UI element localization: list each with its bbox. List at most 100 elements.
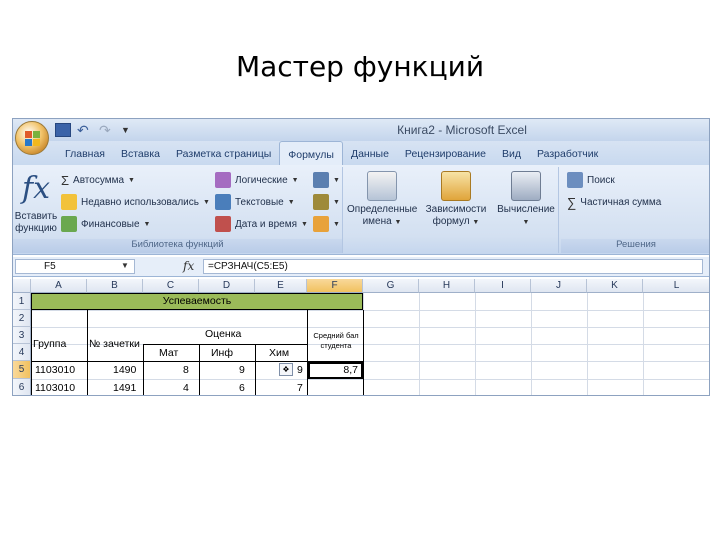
search-icon bbox=[567, 172, 583, 188]
text-functions-button[interactable]: Текстовые ▼ bbox=[215, 193, 295, 211]
column-header[interactable]: B bbox=[87, 279, 143, 293]
search-button[interactable]: Поиск bbox=[567, 171, 615, 189]
table-border bbox=[199, 344, 200, 395]
tab-data[interactable]: Данные bbox=[343, 141, 397, 165]
formula-auditing-icon bbox=[441, 171, 471, 201]
column-header[interactable]: J bbox=[531, 279, 587, 293]
tab-review[interactable]: Рецензирование bbox=[397, 141, 494, 165]
group-header[interactable]: Группа bbox=[33, 337, 66, 351]
paste-options-icon[interactable]: ❖ bbox=[279, 363, 293, 376]
column-header[interactable]: L bbox=[643, 279, 709, 293]
math-header[interactable]: Мат bbox=[159, 346, 178, 360]
column-header[interactable]: K bbox=[587, 279, 643, 293]
logical-functions-button[interactable]: Логические ▼ bbox=[215, 171, 299, 189]
cell-d6[interactable]: 6 bbox=[239, 381, 245, 395]
more-functions-button[interactable]: ▼ bbox=[313, 215, 340, 233]
office-button[interactable] bbox=[15, 121, 49, 155]
solutions-group: Поиск ∑ Частичная сумма Решения bbox=[561, 167, 709, 253]
tab-formulas[interactable]: Формулы bbox=[279, 141, 343, 165]
cell-c5[interactable]: 8 bbox=[183, 363, 189, 377]
tab-page-layout[interactable]: Разметка страницы bbox=[168, 141, 279, 165]
cell-d5[interactable]: 9 bbox=[239, 363, 245, 377]
solutions-label: Решения bbox=[561, 239, 709, 253]
header-title-cell[interactable]: Успеваемость bbox=[31, 293, 363, 310]
chevron-down-icon: ▼ bbox=[522, 219, 530, 226]
formula-dependencies-button[interactable]: Зависимости формул ▼ bbox=[421, 171, 491, 229]
lookup-icon bbox=[313, 172, 329, 188]
tab-developer[interactable]: Разработчик bbox=[529, 141, 606, 165]
average-header[interactable]: Средний бал студента bbox=[309, 331, 363, 351]
insert-function-button[interactable]: Вставить функцию bbox=[13, 211, 59, 235]
column-header[interactable]: I bbox=[475, 279, 531, 293]
row-header[interactable]: 1 bbox=[13, 293, 31, 310]
calculation-button[interactable]: Вычисление ▼ bbox=[491, 171, 561, 229]
text-book-icon bbox=[215, 194, 231, 210]
defined-names-button[interactable]: Определенные имена ▼ bbox=[347, 171, 417, 229]
autosum-button[interactable]: Σ Автосумма ▼ bbox=[61, 171, 135, 189]
defined-names-label-1: Определенные bbox=[347, 204, 418, 215]
column-header[interactable]: A bbox=[31, 279, 87, 293]
gridline bbox=[31, 379, 709, 380]
cell-b5[interactable]: 1490 bbox=[113, 363, 136, 377]
calculator-icon bbox=[511, 171, 541, 201]
chevron-down-icon: ▼ bbox=[202, 198, 210, 206]
partial-sum-label: Частичная сумма bbox=[580, 196, 662, 208]
select-all-corner[interactable] bbox=[13, 279, 31, 293]
column-header[interactable]: E bbox=[255, 279, 307, 293]
gridline bbox=[31, 327, 709, 328]
row-header[interactable]: 4 bbox=[13, 344, 31, 361]
column-header-selected[interactable]: F bbox=[307, 279, 363, 293]
tab-home[interactable]: Главная bbox=[57, 141, 113, 165]
name-box-dropdown-icon[interactable]: ▼ bbox=[121, 261, 129, 270]
gridline bbox=[31, 310, 709, 311]
cell-c6[interactable]: 4 bbox=[183, 381, 189, 395]
table-border bbox=[307, 310, 308, 395]
column-header[interactable]: H bbox=[419, 279, 475, 293]
cell-b6[interactable]: 1491 bbox=[113, 381, 136, 395]
row-header[interactable]: 3 bbox=[13, 327, 31, 344]
column-header[interactable]: G bbox=[363, 279, 419, 293]
tab-insert[interactable]: Вставка bbox=[113, 141, 168, 165]
dependencies-label-2: формул ▼ bbox=[432, 216, 480, 227]
recent-functions-button[interactable]: Недавно использовались ▼ bbox=[61, 193, 210, 211]
lookup-functions-button[interactable]: ▼ bbox=[313, 171, 340, 189]
cell-e6[interactable]: 7 bbox=[297, 381, 303, 395]
math-functions-button[interactable]: ▼ bbox=[313, 193, 340, 211]
name-box[interactable]: F5 bbox=[15, 259, 135, 274]
formula-input[interactable]: =СРЗНАЧ(C5:E5) bbox=[203, 259, 703, 274]
row-header[interactable]: 6 bbox=[13, 379, 31, 395]
column-header[interactable]: D bbox=[199, 279, 255, 293]
column-header[interactable]: C bbox=[143, 279, 199, 293]
inf-header[interactable]: Инф bbox=[211, 346, 233, 360]
worksheet-grid[interactable]: A B C D E F G H I J K L 1 2 3 4 5 6 Успе… bbox=[13, 279, 709, 395]
chevron-down-icon: ▼ bbox=[291, 176, 299, 184]
text-label: Текстовые bbox=[235, 196, 284, 208]
chem-header[interactable]: Хим bbox=[269, 346, 289, 360]
datetime-book-icon bbox=[215, 216, 231, 232]
fx-icon[interactable]: fx bbox=[183, 259, 194, 273]
tab-view[interactable]: Вид bbox=[494, 141, 529, 165]
math-icon bbox=[313, 194, 329, 210]
search-label: Поиск bbox=[587, 174, 615, 186]
slide-title: Мастер функций bbox=[235, 50, 485, 83]
grade-header[interactable]: Оценка bbox=[205, 327, 241, 341]
financial-functions-button[interactable]: Финансовые ▼ bbox=[61, 215, 150, 233]
datetime-functions-button[interactable]: Дата и время ▼ bbox=[215, 215, 308, 233]
partial-sum-button[interactable]: ∑ Частичная сумма bbox=[567, 193, 661, 211]
cell-e5[interactable]: 9 bbox=[297, 363, 303, 377]
chevron-down-icon: ▼ bbox=[333, 220, 340, 228]
table-border bbox=[143, 344, 144, 395]
record-book-header[interactable]: № зачетки bbox=[89, 337, 140, 351]
row-header[interactable]: 2 bbox=[13, 310, 31, 327]
calculation-dd: ▼ bbox=[491, 216, 561, 229]
insert-function-icon[interactable]: fx bbox=[17, 171, 55, 207]
cell-f5-active[interactable]: 8,7 bbox=[308, 362, 363, 379]
cell-a6[interactable]: 1103010 bbox=[35, 381, 75, 395]
table-border bbox=[143, 344, 307, 345]
row-header-selected[interactable]: 5 bbox=[13, 361, 31, 379]
table-border bbox=[87, 310, 88, 395]
dependencies-label-1: Зависимости bbox=[425, 204, 487, 215]
sigma-icon: Σ bbox=[61, 172, 70, 188]
cell-a5[interactable]: 1103010 bbox=[35, 363, 75, 377]
table-border bbox=[31, 310, 32, 395]
